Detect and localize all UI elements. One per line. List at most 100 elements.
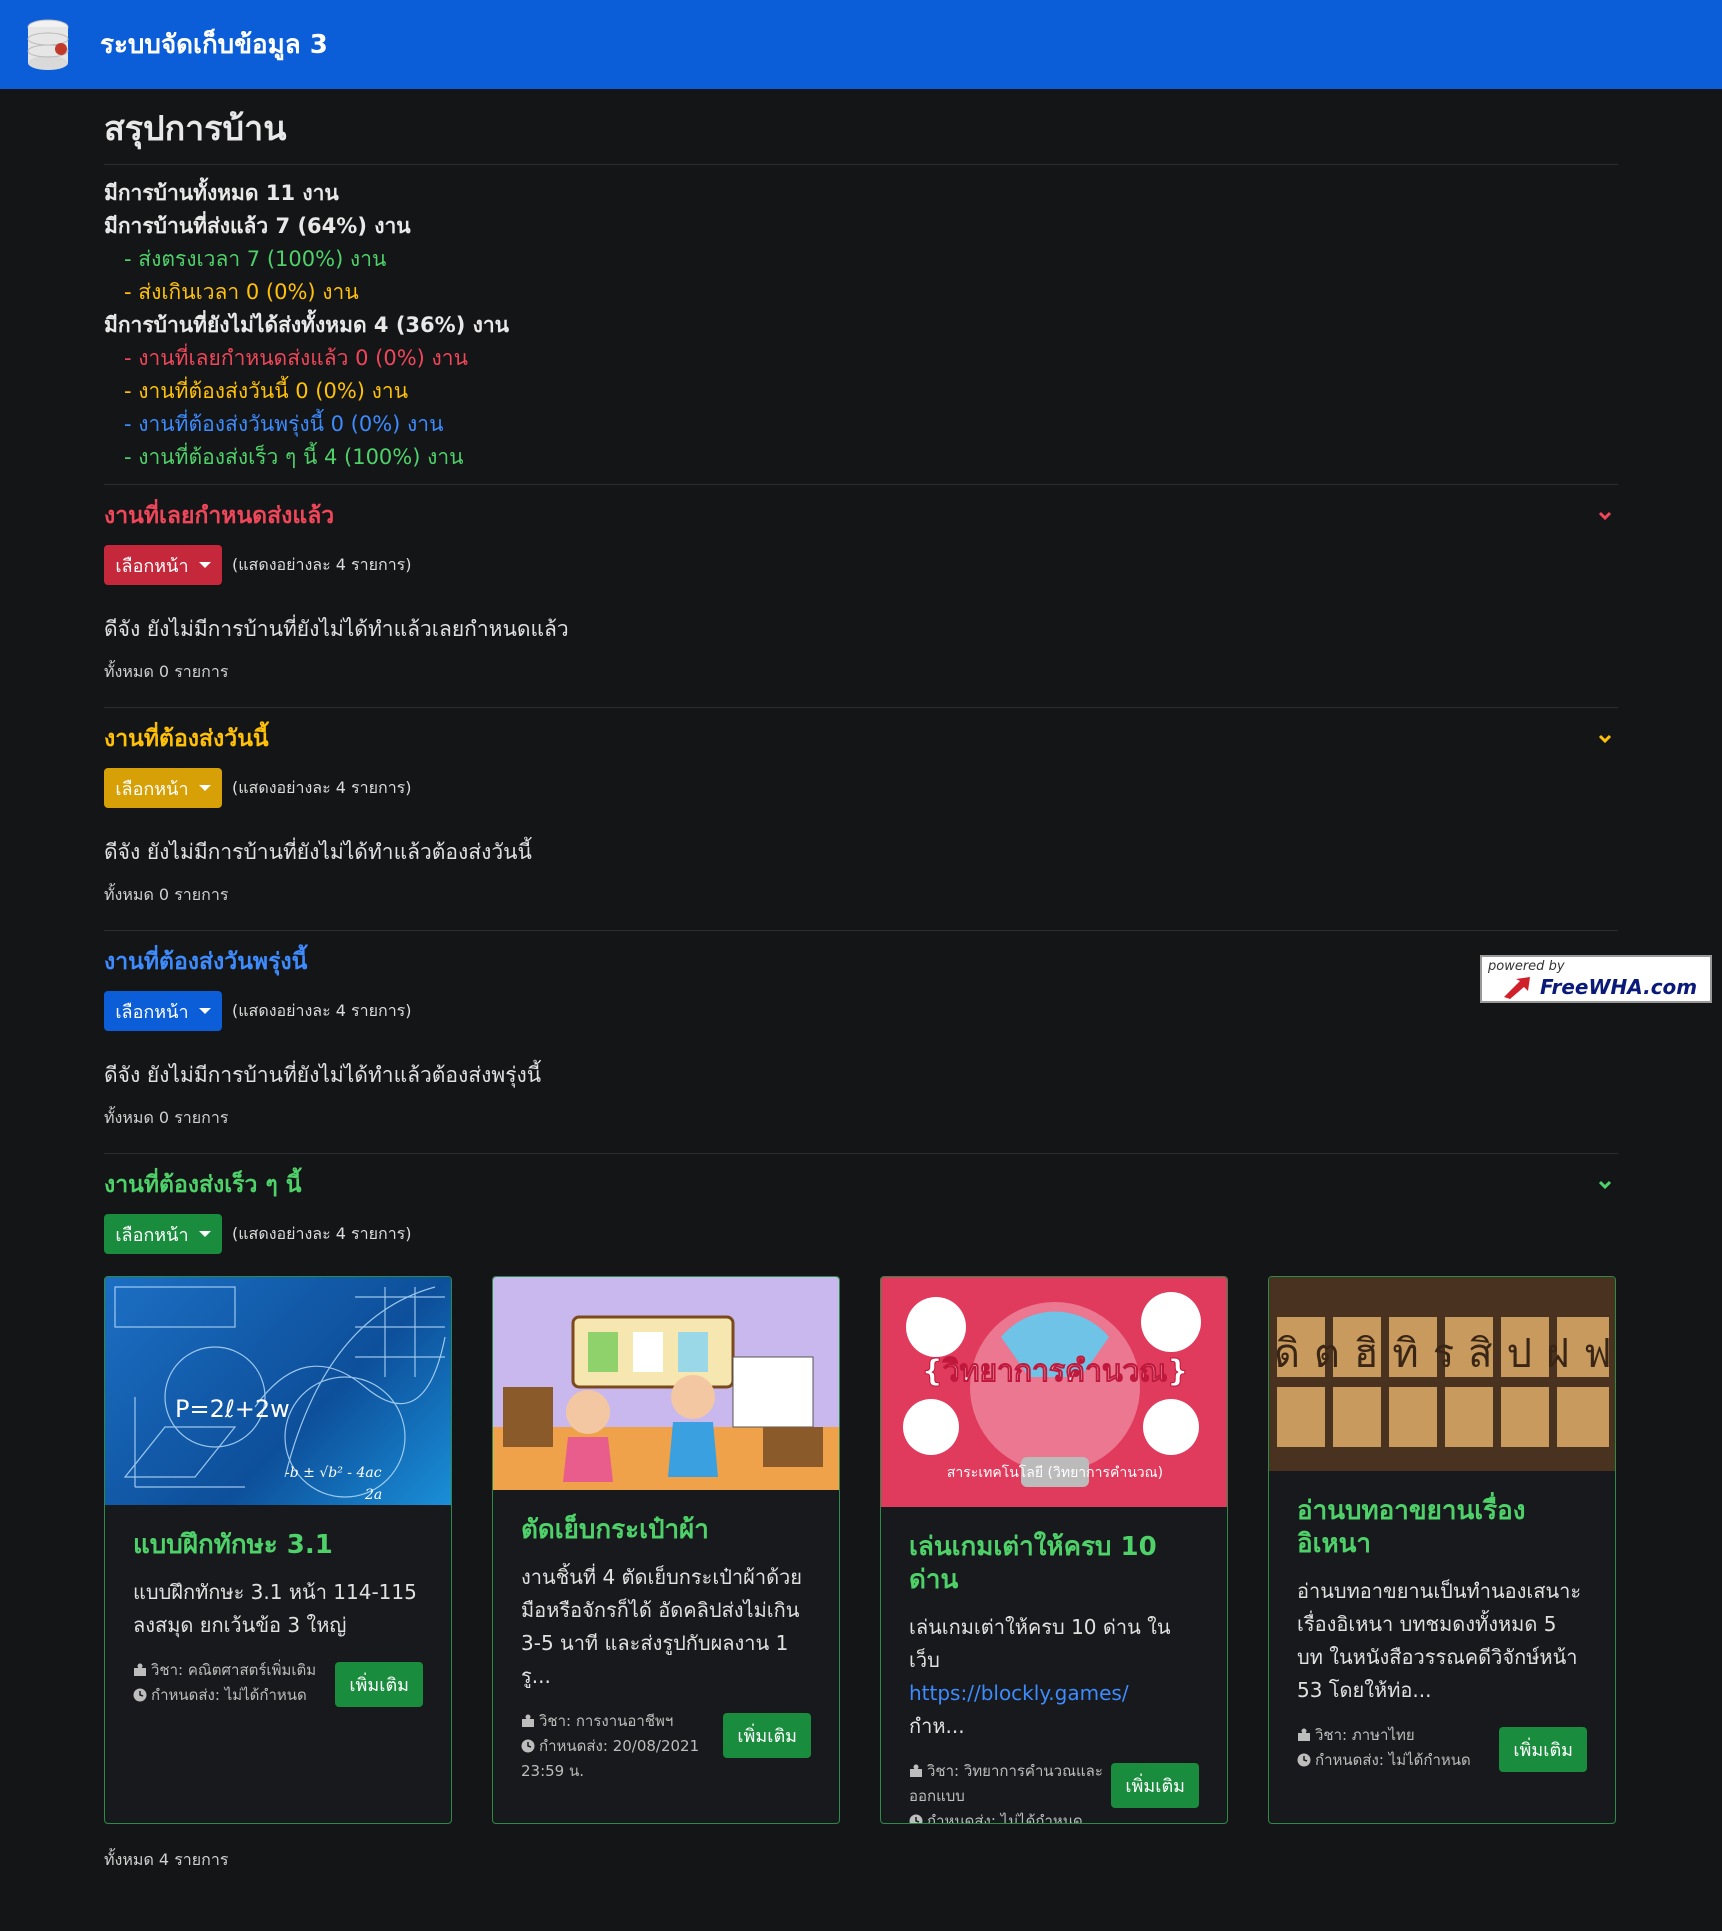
powered-by-badge[interactable]: powered by FreeWHA.com [1480, 955, 1712, 1003]
app-title[interactable]: ระบบจัดเก็บข้อมูล 3 [100, 24, 328, 65]
page-select-note: (แสดงอย่างละ 4 รายการ) [232, 1223, 412, 1243]
summary-submitted: มีการบ้านที่ส่งแล้ว 7 (64%) งาน [104, 214, 411, 238]
caret-down-icon [198, 1008, 211, 1014]
page-title: สรุปการบ้าน [104, 105, 1618, 165]
more-button[interactable]: เพิ่มเติม [1111, 1763, 1199, 1808]
section-today-title: งานที่ต้องส่งวันนี้ [104, 726, 269, 752]
card-title[interactable]: ตัดเย็บกระเป๋าผ้า [521, 1514, 811, 1547]
section-tomorrow-title: งานที่ต้องส่งวันพรุ่งนี้ [104, 949, 308, 975]
card-description: แบบฝึกทักษะ 3.1 หน้า 114-115 ลงสมุด ยกเว… [133, 1580, 417, 1637]
clock-icon [1297, 1750, 1311, 1767]
card-text-before: เล่นเกมเต่าให้ครบ 10 ด่าน ในเว็บ [909, 1615, 1171, 1672]
homework-cards: P=2ℓ+2w -b ± √b² - 4ac 2a แบบฝึกทักษะ 3.… [104, 1276, 1618, 1824]
homework-summary: มีการบ้านทั้งหมด 11 งาน มีการบ้านที่ส่งแ… [104, 165, 1618, 484]
more-button[interactable]: เพิ่มเติม [1499, 1727, 1587, 1772]
subject-icon [133, 1660, 147, 1676]
image-caption-text: สาระเทคโนโลยี (วิทยาการคำนวณ) [947, 1464, 1163, 1481]
blockly-link[interactable]: https://blockly.games/ [909, 1681, 1129, 1705]
powered-by-brand: FreeWHA.com [1540, 975, 1698, 999]
page-select-button[interactable]: เลือกหน้า [104, 768, 222, 808]
section-overdue: งานที่เลยกำหนดส่งแล้ว เลือกหน้า (แสดงอย่… [104, 484, 1618, 707]
subject-icon [909, 1761, 923, 1777]
homework-card: {วิทยาการคำนวณ} สาระเทคโนโลยี (วิทยาการค… [880, 1276, 1228, 1824]
top-navbar: ระบบจัดเก็บข้อมูล 3 [0, 0, 1722, 89]
formula-text: P=2ℓ+2w [175, 1395, 290, 1423]
formula-text-2: -b ± √b² - 4ac [285, 1465, 382, 1481]
page-select-label: เลือกหน้า [115, 778, 189, 800]
computing-cover-image[interactable]: {วิทยาการคำนวณ} สาระเทคโนโลยี (วิทยาการค… [881, 1277, 1227, 1507]
thai-letters-cover-image[interactable]: ฒิฌดิตฮิทิรสิปฝฟฑย [1269, 1277, 1615, 1471]
card-due: กำหนดส่ง: ไม่ได้กำหนด [1315, 1751, 1471, 1769]
section-overdue-title: งานที่เลยกำหนดส่งแล้ว [104, 503, 335, 529]
image-letters-text: ฒิฌดิตฮิทิรสิปฝฟฑย [1269, 1331, 1615, 1377]
card-subject: วิชา: ภาษาไทย [1315, 1726, 1415, 1744]
card-subject: วิชา: คณิตศาสตร์เพิ่มเติม [151, 1661, 317, 1679]
caret-down-icon [198, 785, 211, 791]
empty-message: ดีจัง ยังไม่มีการบ้านที่ยังไม่ได้ทำแล้วเ… [104, 617, 569, 641]
summary-due-tomorrow: - งานที่ต้องส่งวันพรุ่งนี้ 0 (0%) งาน [124, 412, 444, 436]
clock-icon [133, 1685, 147, 1702]
summary-overdue: - งานที่เลยกำหนดส่งแล้ว 0 (0%) งาน [124, 346, 468, 370]
more-button[interactable]: เพิ่มเติม [723, 1713, 811, 1758]
card-meta: วิชา: การงานอาชีพฯ กำหนดส่ง: 20/08/2021 … [521, 1709, 723, 1784]
summary-late: - ส่งเกินเวลา 0 (0%) งาน [124, 280, 359, 304]
arrow-logo-icon [1504, 977, 1530, 999]
section-due-today: งานที่ต้องส่งวันนี้ เลือกหน้า (แสดงอย่าง… [104, 707, 1618, 930]
formula-text-3: 2a [364, 1487, 382, 1503]
card-description: เล่นเกมเต่าให้ครบ 10 ด่าน ในเว็บ https://… [909, 1611, 1199, 1743]
card-due: กำหนดส่ง: ไม่ได้กำหนด [927, 1812, 1083, 1824]
sewing-cover-image[interactable] [493, 1277, 839, 1490]
card-title[interactable]: เล่นเกมเต่าให้ครบ 10 ด่าน [909, 1531, 1199, 1597]
card-description: งานชิ้นที่ 4 ตัดเย็บกระเป๋าผ้าด้วยมือหรื… [521, 1565, 803, 1688]
card-description: อ่านบทอาขยานเป็นทำนองเสนาะ เรื่องอิเหนา … [1297, 1579, 1582, 1702]
card-due: กำหนดส่ง: 20/08/2021 23:59 น. [521, 1737, 700, 1780]
page-select-label: เลือกหน้า [115, 555, 189, 577]
chevron-down-icon[interactable] [1598, 1178, 1612, 1192]
subject-icon [1297, 1725, 1311, 1741]
page-select-button[interactable]: เลือกหน้า [104, 991, 222, 1031]
homework-card: P=2ℓ+2w -b ± √b² - 4ac 2a แบบฝึกทักษะ 3.… [104, 1276, 452, 1824]
summary-not-submitted: มีการบ้านที่ยังไม่ได้ส่งทั้งหมด 4 (36%) … [104, 313, 510, 337]
caret-down-icon [198, 1231, 211, 1237]
card-subject: วิชา: การงานอาชีพฯ [539, 1712, 674, 1730]
card-subject: วิชา: วิทยาการคำนวณและออกแบบ [909, 1762, 1103, 1805]
database-icon[interactable] [26, 19, 74, 71]
card-meta: วิชา: วิทยาการคำนวณและออกแบบ กำหนดส่ง: ไ… [909, 1759, 1111, 1824]
clock-icon [909, 1811, 923, 1823]
image-title-text: {วิทยาการคำนวณ} [922, 1354, 1189, 1389]
empty-message: ดีจัง ยังไม่มีการบ้านที่ยังไม่ได้ทำแล้วต… [104, 840, 532, 864]
card-title[interactable]: แบบฝึกทักษะ 3.1 [133, 1529, 423, 1562]
page-select-button[interactable]: เลือกหน้า [104, 545, 222, 585]
subject-icon [521, 1711, 535, 1727]
math-cover-image[interactable]: P=2ℓ+2w -b ± √b² - 4ac 2a [105, 1277, 451, 1505]
homework-card: ฒิฌดิตฮิทิรสิปฝฟฑย อ่านบทอาขยานเรื่องอิเ… [1268, 1276, 1616, 1824]
card-meta: วิชา: คณิตศาสตร์เพิ่มเติม กำหนดส่ง: ไม่ไ… [133, 1658, 316, 1708]
card-due: กำหนดส่ง: ไม่ได้กำหนด [151, 1686, 307, 1704]
summary-due-today: - งานที่ต้องส่งวันนี้ 0 (0%) งาน [124, 379, 409, 403]
item-count: ทั้งหมด 0 รายการ [104, 1108, 229, 1127]
section-due-tomorrow: งานที่ต้องส่งวันพรุ่งนี้ เลือกหน้า (แสดง… [104, 930, 1618, 1153]
card-text-after: กำห... [909, 1714, 965, 1738]
page-select-note: (แสดงอย่างละ 4 รายการ) [232, 777, 412, 797]
item-count: ทั้งหมด 0 รายการ [104, 662, 229, 681]
section-due-soon: งานที่ต้องส่งเร็ว ๆ นี้ เลือกหน้า (แสดงอ… [104, 1153, 1618, 1873]
summary-on-time: - ส่งตรงเวลา 7 (100%) งาน [124, 247, 387, 271]
summary-due-soon: - งานที่ต้องส่งเร็ว ๆ นี้ 4 (100%) งาน [124, 445, 464, 469]
page-select-button[interactable]: เลือกหน้า [104, 1214, 222, 1254]
chevron-down-icon[interactable] [1598, 732, 1612, 746]
homework-card: ตัดเย็บกระเป๋าผ้า งานชิ้นที่ 4 ตัดเย็บกร… [492, 1276, 840, 1824]
item-count: ทั้งหมด 0 รายการ [104, 885, 229, 904]
page-select-label: เลือกหน้า [115, 1224, 189, 1246]
card-meta: วิชา: ภาษาไทย กำหนดส่ง: ไม่ได้กำหนด [1297, 1723, 1471, 1773]
card-title[interactable]: อ่านบทอาขยานเรื่องอิเหนา [1297, 1495, 1587, 1561]
more-button[interactable]: เพิ่มเติม [335, 1662, 423, 1707]
main-content: สรุปการบ้าน มีการบ้านทั้งหมด 11 งาน มีกา… [104, 89, 1618, 1873]
page-select-label: เลือกหน้า [115, 1001, 189, 1023]
chevron-down-icon[interactable] [1598, 509, 1612, 523]
clock-icon [521, 1736, 535, 1753]
item-count: ทั้งหมด 4 รายการ [104, 1850, 229, 1869]
page-select-note: (แสดงอย่างละ 4 รายการ) [232, 1000, 412, 1020]
empty-message: ดีจัง ยังไม่มีการบ้านที่ยังไม่ได้ทำแล้วต… [104, 1063, 542, 1087]
page-select-note: (แสดงอย่างละ 4 รายการ) [232, 554, 412, 574]
caret-down-icon [198, 562, 211, 568]
